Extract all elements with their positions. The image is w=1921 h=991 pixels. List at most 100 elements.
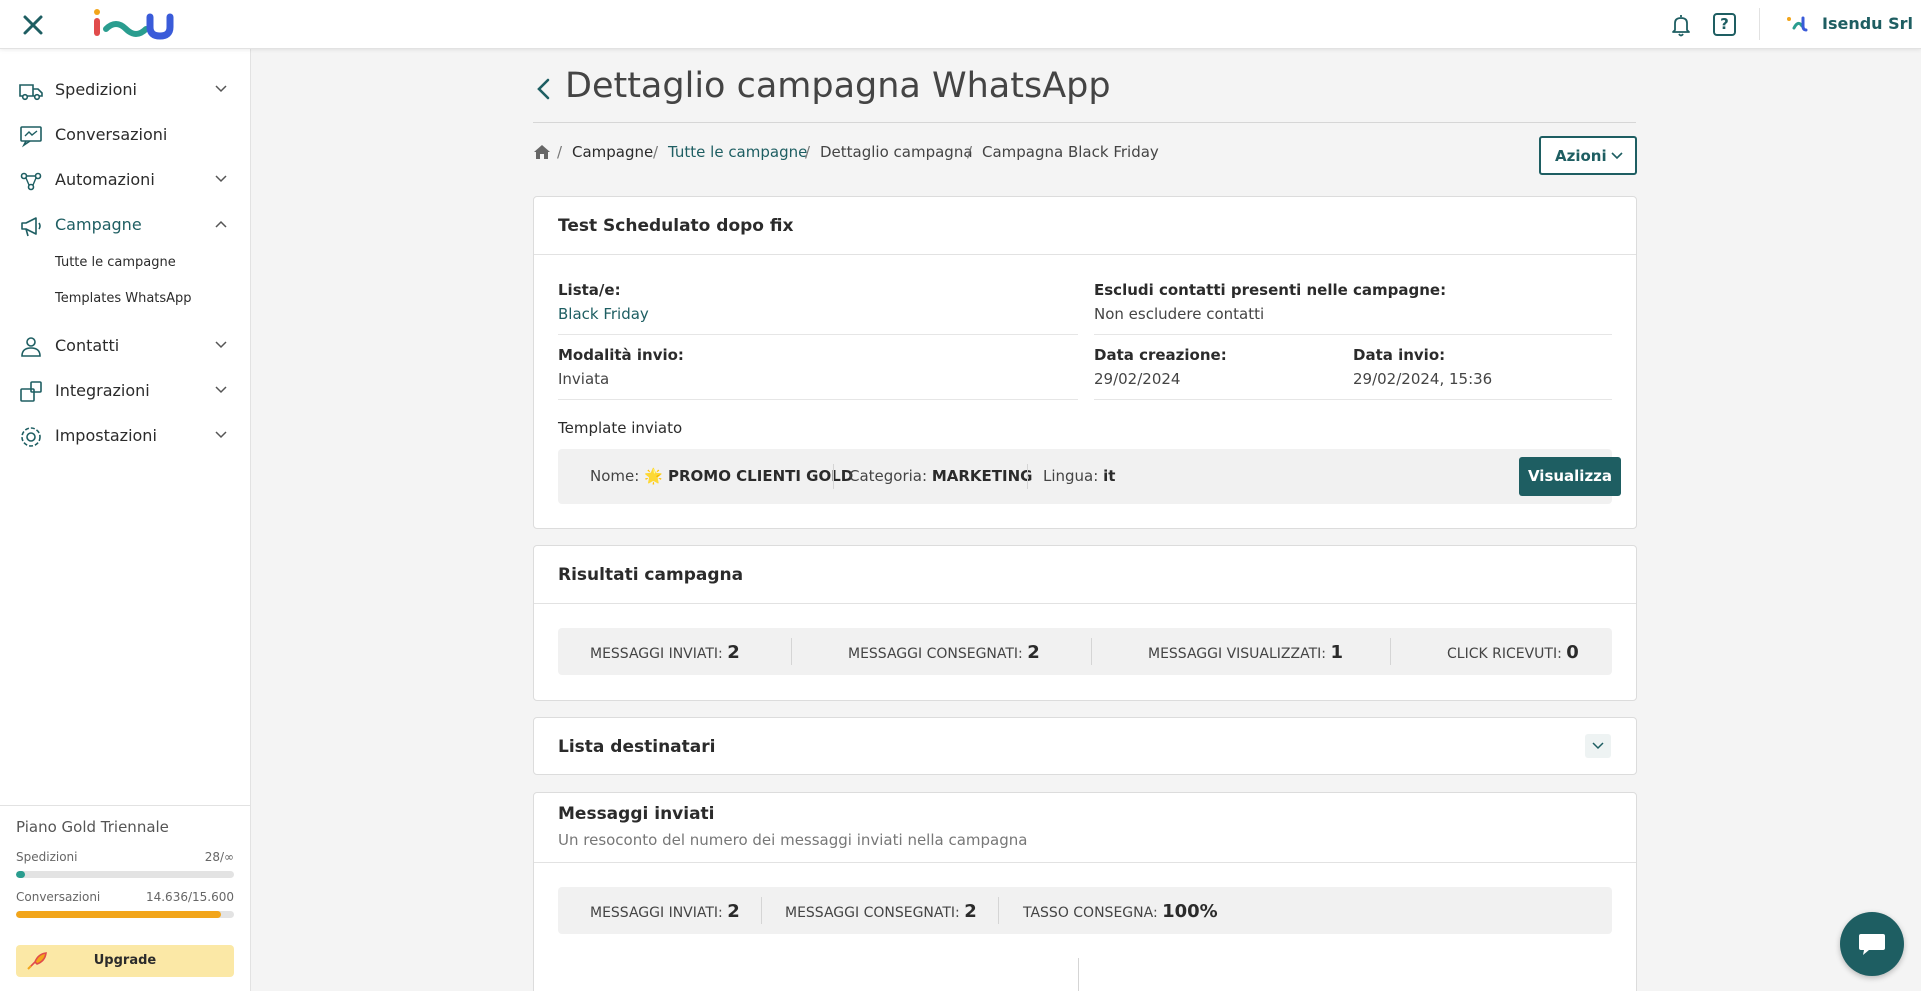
mode-value: Inviata (558, 370, 610, 388)
home-icon[interactable] (533, 144, 551, 160)
automation-icon (20, 172, 42, 191)
plan-usage-bar (16, 871, 234, 878)
settings-icon (21, 427, 41, 447)
recipients-card[interactable]: Lista destinatari (533, 717, 1637, 775)
back-arrow-icon[interactable] (533, 76, 555, 102)
lists-label: Lista/e: (558, 281, 621, 299)
sidebar-item-campagne[interactable]: Campagne (0, 205, 250, 245)
azioni-label: Azioni (1555, 147, 1607, 165)
sidebar-item-conversazioni[interactable]: Conversazioni (0, 115, 250, 155)
contacts-icon (21, 337, 41, 357)
results-stats: MESSAGGI INVIATI: 2 MESSAGGI CONSEGNATI:… (558, 628, 1612, 675)
plan-usage-value: 14.636/15.600 (145, 890, 234, 904)
sidebar-item-label: Conversazioni (55, 125, 168, 144)
truck-icon (19, 84, 43, 101)
lists-value[interactable]: Black Friday (558, 305, 649, 323)
sidebar-subitem-tutte-le-campagne[interactable]: Tutte le campagne (55, 255, 176, 270)
title-divider (533, 122, 1636, 123)
stat-label: CLICK RICEVUTI: (1447, 646, 1562, 662)
sidebar-item-impostazioni[interactable]: Impostazioni (0, 416, 250, 456)
topbar-divider (1759, 8, 1760, 40)
template-heading: Template inviato (558, 419, 683, 437)
organization-icon (1787, 16, 1808, 32)
stat-value: 100% (1162, 901, 1218, 922)
sidebar-item-automazioni[interactable]: Automazioni (0, 160, 250, 200)
separator (833, 464, 834, 489)
mode-label: Modalità invio: (558, 346, 684, 364)
template-name-value: 🌟 PROMO CLIENTI GOLD (644, 467, 854, 485)
messages-subtitle: Un resoconto del numero dei messaggi inv… (558, 831, 1028, 849)
stat-sent: MESSAGGI INVIATI: 2 (590, 642, 740, 663)
sidebar-item-label: Impostazioni (55, 426, 157, 445)
exclude-label: Escludi contatti presenti nelle campagne… (1094, 281, 1447, 299)
created-label: Data creazione: (1094, 346, 1227, 364)
messages-sent-card: Messaggi inviati Un resoconto del numero… (533, 792, 1637, 991)
template-category: Categoria: MARKETING (849, 467, 1032, 485)
stat-value: 2 (1027, 642, 1040, 663)
breadcrumb-separator: / (805, 143, 811, 161)
stat-delivery-rate: TASSO CONSEGNA: 100% (1023, 901, 1218, 922)
stat-clicks: CLICK RICEVUTI: 0 (1447, 642, 1579, 663)
divider (558, 399, 1078, 400)
visualizza-button[interactable]: Visualizza (1519, 457, 1621, 496)
separator (998, 897, 999, 924)
chevron-down-icon (215, 175, 227, 183)
campaign-name: Test Schedulato dopo fix (558, 216, 794, 236)
top-bar: ? Isendu Srl (0, 0, 1921, 49)
organization-name[interactable]: Isendu Srl (1822, 14, 1913, 33)
breadcrumb-separator: / (967, 143, 973, 161)
close-icon[interactable] (20, 12, 46, 38)
results-title: Risultati campagna (558, 565, 744, 585)
card-header: Test Schedulato dopo fix (534, 197, 1636, 255)
divider (1094, 334, 1612, 335)
stat-label: MESSAGGI CONSEGNATI: (785, 905, 960, 921)
chevron-down-icon (215, 386, 227, 394)
sidebar-subitem-templates-whatsapp[interactable]: Templates WhatsApp (55, 291, 192, 306)
stat-label: MESSAGGI CONSEGNATI: (848, 646, 1023, 662)
upgrade-label: Upgrade (93, 953, 157, 968)
separator (1027, 464, 1028, 489)
stat-value: 2 (964, 901, 977, 922)
campaign-results-card: Risultati campagna MESSAGGI INVIATI: 2 M… (533, 545, 1637, 701)
card-header: Risultati campagna (534, 546, 1636, 604)
chevron-down-icon (215, 341, 227, 349)
messages-stats: MESSAGGI INVIATI: 2 MESSAGGI CONSEGNATI:… (558, 887, 1612, 934)
created-value: 29/02/2024 (1094, 370, 1181, 388)
sidebar-item-spedizioni[interactable]: Spedizioni (0, 70, 250, 110)
sidebar-item-label: Integrazioni (55, 381, 150, 400)
help-icon[interactable]: ? (1713, 13, 1736, 36)
sidebar-item-contatti[interactable]: Contatti (0, 326, 250, 366)
divider (1094, 399, 1612, 400)
breadcrumb-item[interactable]: Tutte le campagne (668, 143, 807, 161)
page-title: Dettaglio campagna WhatsApp (565, 66, 1111, 106)
stat-delivered: MESSAGGI CONSEGNATI: 2 (848, 642, 1040, 663)
isendu-logo[interactable] (90, 7, 176, 41)
breadcrumb-item[interactable]: Campagne (572, 143, 653, 161)
plan-usage-fill (16, 871, 25, 878)
stat-label: MESSAGGI INVIATI: (590, 646, 723, 662)
sidebar-item-label: Automazioni (55, 170, 155, 189)
bell-icon[interactable] (1668, 12, 1694, 38)
stat-value: 2 (727, 901, 740, 922)
sidebar-item-label: Campagne (55, 215, 142, 234)
chat-bubble-icon (1859, 934, 1885, 955)
chevron-down-icon (215, 85, 227, 93)
upgrade-button[interactable]: Upgrade (16, 945, 234, 977)
chevron-down-icon (215, 431, 227, 439)
breadcrumb-item: Dettaglio campagna (820, 143, 973, 161)
plan-title: Piano Gold Triennale (16, 818, 169, 836)
expand-button[interactable] (1585, 734, 1611, 758)
recipients-title: Lista destinatari (558, 737, 716, 757)
stat-label: MESSAGGI VISUALIZZATI: (1148, 646, 1326, 662)
chat-support-button[interactable] (1840, 912, 1904, 976)
sidebar-item-integrazioni[interactable]: Integrazioni (0, 371, 250, 411)
template-language: Lingua: it (1043, 467, 1115, 485)
azioni-button[interactable]: Azioni (1539, 136, 1637, 175)
sent-value: 29/02/2024, 15:36 (1353, 370, 1493, 388)
chevron-up-icon (215, 220, 227, 228)
stat-value: 0 (1566, 642, 1579, 663)
chevron-down-icon (1592, 742, 1604, 750)
sidebar-item-label: Spedizioni (55, 80, 137, 99)
template-summary: Nome: 🌟 PROMO CLIENTI GOLD Categoria: MA… (558, 449, 1621, 504)
chevron-down-icon (1611, 152, 1623, 160)
